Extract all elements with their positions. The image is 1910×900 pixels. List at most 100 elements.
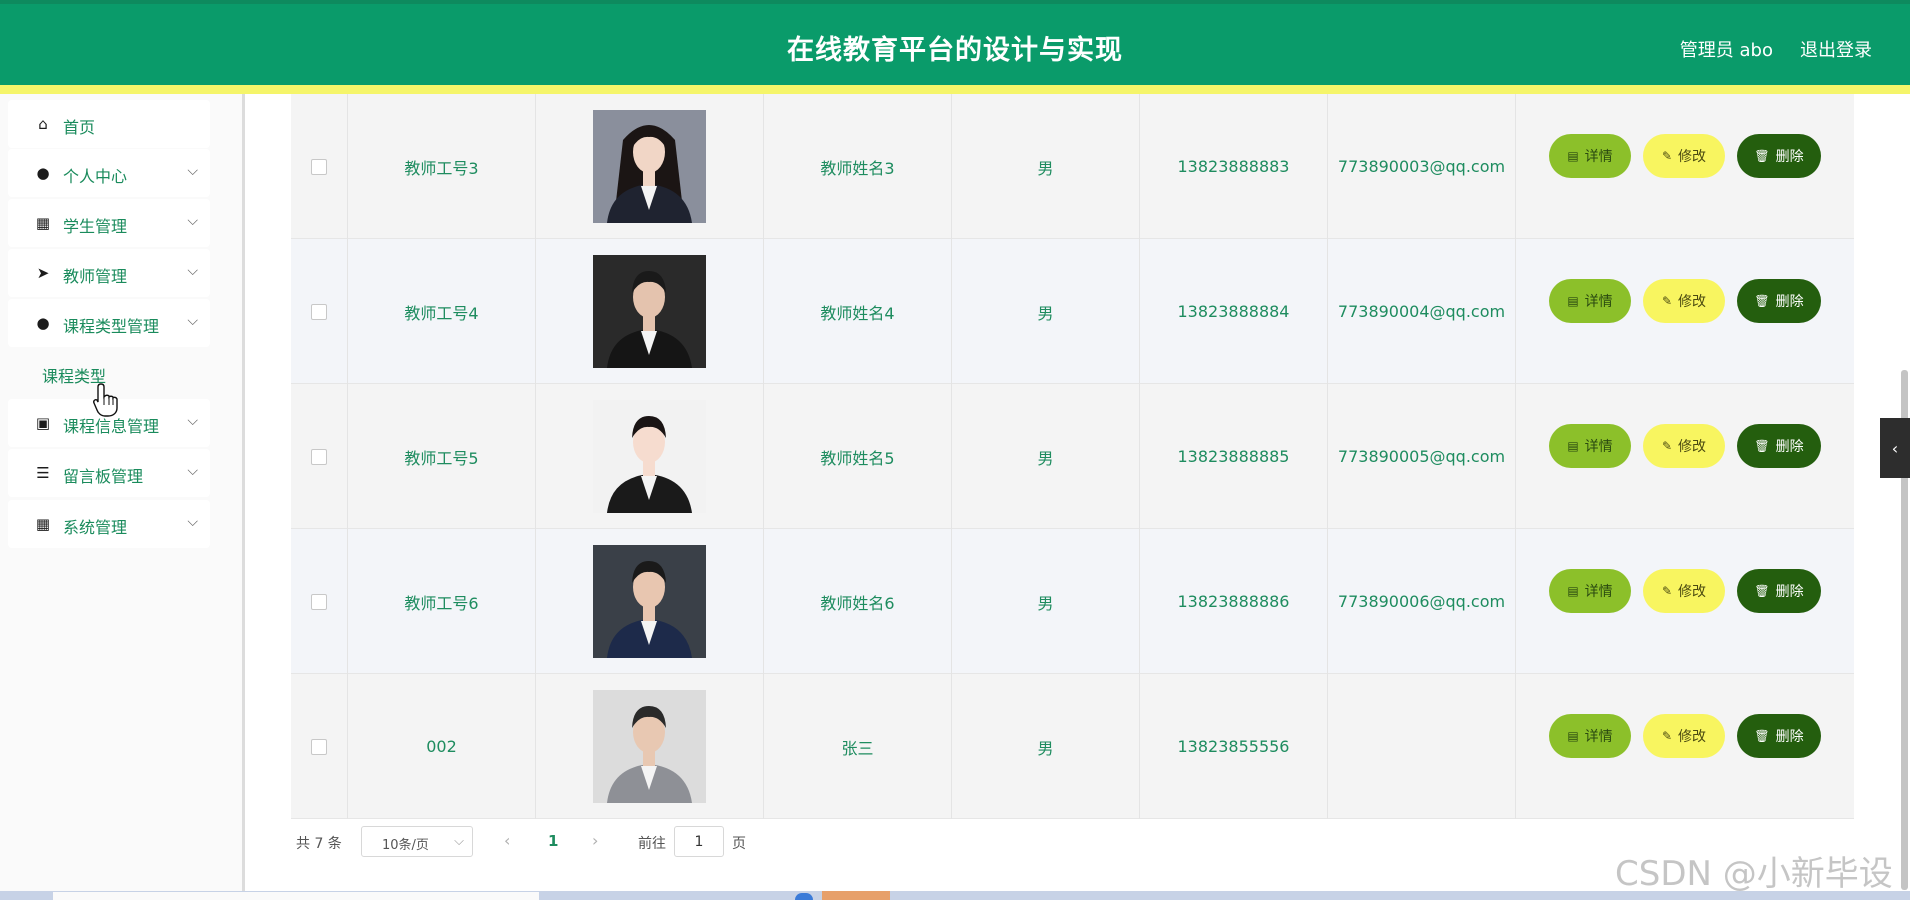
teacher-photo [593,545,706,658]
teacher-photo [593,690,706,803]
row-checkbox[interactable] [311,158,327,175]
teacher-id-cell: 教师工号6 [348,529,536,674]
edit-button[interactable]: ✎ 修改 [1643,714,1725,758]
teacher-phone-cell: 13823855556 [1140,674,1328,819]
grid-icon: ▦ [35,515,51,533]
sidebar-item-6[interactable]: ☰ 留言板管理 ⌵ [8,449,210,497]
detail-button[interactable]: ▤ 详情 [1549,569,1631,613]
row-actions-cell: ▤ 详情 ✎ 修改 🗑 删除 [1516,239,1854,384]
teacher-photo-cell [536,384,764,529]
logout-link[interactable]: 退出登录 [1800,36,1872,62]
edit-button[interactable]: ✎ 修改 [1643,424,1725,468]
row-select-cell [291,674,348,819]
trash-icon: 🗑 [1754,149,1770,163]
teacher-gender-cell: 男 [952,384,1140,529]
sidebar-item-1[interactable]: ● 个人中心 ⌵ [8,149,210,197]
watermark: CSDN @小新毕设 [1615,854,1893,894]
home-icon: ⌂ [38,115,48,133]
teacher-photo [593,255,706,368]
teacher-id-cell: 教师工号5 [348,384,536,529]
teacher-gender-cell: 男 [952,239,1140,384]
prev-page-icon[interactable]: ‹ [504,831,510,850]
teacher-email-cell: 773890006@qq.com [1328,529,1516,674]
detail-button[interactable]: ▤ 详情 [1549,424,1631,468]
delete-button[interactable]: 🗑 删除 [1737,134,1821,178]
document-icon: ▤ [1567,729,1579,743]
sidebar-item-2[interactable]: ▦ 学生管理 ⌵ [8,199,210,247]
teacher-id-cell: 002 [348,674,536,819]
edit-button[interactable]: ✎ 修改 [1643,569,1725,613]
teacher-photo-cell [536,239,764,384]
side-panel-toggle[interactable]: ‹ [1880,418,1910,478]
detail-button[interactable]: ▤ 详情 [1549,714,1631,758]
sidebar-item-label: 系统管理 [63,518,128,537]
detail-button[interactable]: ▤ 详情 [1549,134,1631,178]
sidebar-item-7[interactable]: ▦ 系统管理 ⌵ [8,500,210,548]
row-checkbox[interactable] [311,448,327,465]
next-page-icon[interactable]: › [592,831,598,850]
teacher-gender-cell: 男 [952,529,1140,674]
trash-icon: 🗑 [1754,729,1770,743]
trash-icon: 🗑 [1754,584,1770,598]
teacher-gender-cell: 男 [952,674,1140,819]
delete-button-label: 删除 [1775,149,1804,165]
chevron-down-icon: ⌵ [187,313,198,329]
detail-button-label: 详情 [1584,729,1613,745]
row-checkbox[interactable] [311,738,327,755]
detail-button-label: 详情 [1584,584,1613,600]
row-checkbox[interactable] [311,303,327,320]
row-actions-cell: ▤ 详情 ✎ 修改 🗑 删除 [1516,94,1854,239]
teacher-name-cell: 教师姓名5 [764,384,952,529]
goto-page-input[interactable]: 1 [674,826,724,857]
sidebar: ⌂ 首页 ● 个人中心 ⌵ ▦ 学生管理 ⌵ ➤ 教师管理 ⌵ ● 课程类型管理 ⌵ ▣ 课程信息管理 ⌵ ☰ 留言… [0,94,245,894]
pencil-icon: ✎ [1661,294,1673,308]
edit-button-label: 修改 [1678,729,1707,745]
delete-button[interactable]: 🗑 删除 [1737,569,1821,613]
sidebar-item-0[interactable]: ⌂ 首页 [8,100,210,148]
user-icon: ● [36,314,50,332]
page-size-value: 10条/页 [382,838,429,853]
pencil-icon: ✎ [1661,149,1673,163]
delete-button[interactable]: 🗑 删除 [1737,714,1821,758]
teacher-photo-cell [536,674,764,819]
chevron-down-icon: ⌵ [187,413,198,429]
chevron-down-icon: ⌵ [454,834,464,849]
page-size-select[interactable]: 10条/页 ⌵ [361,826,473,857]
delete-button[interactable]: 🗑 删除 [1737,424,1821,468]
sidebar-item-4[interactable]: ● 课程类型管理 ⌵ [8,299,210,347]
pencil-icon: ✎ [1661,439,1673,453]
row-actions-cell: ▤ 详情 ✎ 修改 🗑 删除 [1516,529,1854,674]
row-select-cell [291,529,348,674]
sidebar-item-3[interactable]: ➤ 教师管理 ⌵ [8,249,210,297]
row-select-cell [291,94,348,239]
page-number-current[interactable]: 1 [548,832,558,850]
edit-button[interactable]: ✎ 修改 [1643,134,1725,178]
row-select-cell [291,239,348,384]
chevron-down-icon: ⌵ [187,514,198,530]
edit-button-label: 修改 [1678,439,1707,455]
table-row: 教师工号3 教师姓名3 男 13823888883 773890003@qq.com ▤ 详… [291,94,1854,239]
teacher-phone-cell: 13823888884 [1140,239,1328,384]
row-checkbox[interactable] [311,593,327,610]
edit-button[interactable]: ✎ 修改 [1643,279,1725,323]
edit-button-label: 修改 [1678,294,1707,310]
total-count: 共 7 条 [296,836,342,852]
taskbar-highlight [822,891,890,900]
teacher-name-cell: 张三 [764,674,952,819]
teacher-email-cell: 773890003@qq.com [1328,94,1516,239]
trash-icon: 🗑 [1754,294,1770,308]
teacher-email-cell [1328,674,1516,819]
table-row: 教师工号4 教师姓名4 男 13823888884 773890004@qq.com ▤ 详… [291,239,1854,384]
sidebar-item-label: 个人中心 [63,167,128,186]
row-select-cell [291,384,348,529]
teacher-photo-cell [536,94,764,239]
clipboard-icon: ▣ [35,414,51,432]
top-header: 在线教育平台的设计与实现 管理员 abo 退出登录 [0,0,1910,94]
detail-button[interactable]: ▤ 详情 [1549,279,1631,323]
delete-button[interactable]: 🗑 删除 [1737,279,1821,323]
pencil-icon: ✎ [1661,584,1673,598]
teacher-email-cell: 773890004@qq.com [1328,239,1516,384]
document-icon: ▤ [1567,294,1579,308]
chevron-down-icon: ⌵ [187,463,198,479]
document-icon: ▤ [1567,149,1579,163]
